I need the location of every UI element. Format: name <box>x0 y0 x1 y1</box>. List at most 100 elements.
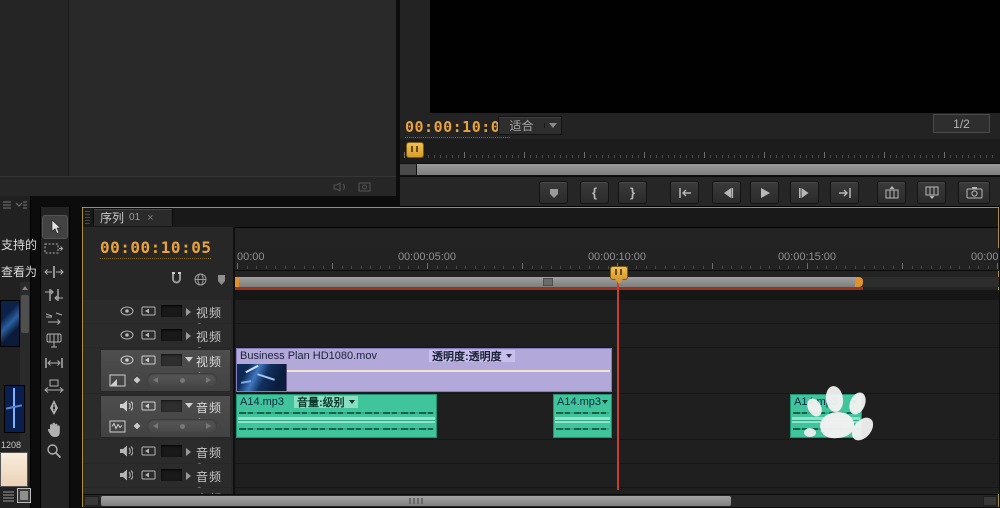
program-timecode[interactable]: 00:00:10:05 <box>405 118 510 138</box>
snap-icon[interactable] <box>169 272 184 287</box>
play-button[interactable] <box>750 181 779 204</box>
mark-in-button[interactable]: { <box>580 181 609 204</box>
track-lock-toggle[interactable] <box>161 469 182 481</box>
prev-keyframe-icon[interactable] <box>153 377 158 383</box>
program-scrollbar[interactable] <box>400 163 1000 176</box>
chevron-down-icon[interactable] <box>602 400 608 404</box>
scrollbar-thumb[interactable] <box>101 496 731 506</box>
mark-out-button[interactable]: } <box>618 181 647 204</box>
add-marker-button[interactable] <box>539 181 568 204</box>
clip-name: A14.mp3 <box>240 396 285 408</box>
clip-effect-chip[interactable]: 音量:级别 <box>294 396 358 409</box>
step-back-button[interactable] <box>712 181 741 204</box>
hand-tool[interactable] <box>46 421 62 438</box>
project-scrollbar-thumb[interactable] <box>21 295 29 333</box>
program-scrollbar-thumb[interactable] <box>417 164 1000 175</box>
slide-tool[interactable] <box>44 378 64 394</box>
track-lock-toggle[interactable] <box>161 354 182 366</box>
fit-dropdown[interactable]: 适合 <box>498 116 562 135</box>
timeline-timecode[interactable]: 00:00:10:05 <box>100 238 212 259</box>
next-keyframe-icon[interactable] <box>206 377 211 383</box>
track-lock-toggle[interactable] <box>161 329 182 341</box>
track-lock-toggle[interactable] <box>161 305 182 317</box>
scrollbar-right-box[interactable] <box>983 496 997 506</box>
toggle-output-eye-icon[interactable] <box>120 355 134 365</box>
project-thumbnail-1[interactable] <box>0 300 20 347</box>
sync-lock-icon[interactable] <box>141 305 156 317</box>
work-area-start-handle[interactable] <box>235 277 239 287</box>
toggle-output-eye-icon[interactable] <box>120 330 134 340</box>
supported-label: 支持的 <box>1 238 38 252</box>
expand-triangle-icon[interactable] <box>186 332 191 340</box>
resolution-dropdown[interactable]: 1/2 <box>933 114 990 133</box>
track-header-audio3: 音频 3 <box>83 464 231 499</box>
clip-a14-1[interactable]: A14.mp3 音量:级别 <box>236 394 437 438</box>
volume-rubber-band[interactable] <box>238 417 435 423</box>
track-lock-toggle[interactable] <box>161 400 182 412</box>
sync-lock-icon[interactable] <box>141 469 156 481</box>
playhead-marker[interactable] <box>610 266 628 284</box>
waveform-style-icon[interactable] <box>109 420 126 433</box>
keyframe-nav-pill[interactable] <box>147 373 217 387</box>
playhead-line[interactable] <box>617 268 619 490</box>
sync-lock-icon[interactable] <box>141 354 156 366</box>
zoom-tool[interactable] <box>46 443 62 459</box>
export-frame-button[interactable] <box>958 181 990 204</box>
panel-grip[interactable] <box>85 211 90 224</box>
program-playhead-marker[interactable] <box>406 142 424 158</box>
project-thumbnail-2[interactable] <box>4 385 25 433</box>
go-to-in-button[interactable] <box>670 181 699 204</box>
opacity-rubber-band[interactable] <box>287 370 610 372</box>
pen-tool[interactable] <box>47 399 61 417</box>
selection-tool[interactable] <box>42 215 68 239</box>
sync-lock-icon[interactable] <box>141 445 156 457</box>
toggle-output-speaker-icon[interactable] <box>119 469 133 481</box>
go-to-out-button[interactable] <box>830 181 859 204</box>
track-lock-toggle[interactable] <box>161 445 182 457</box>
slip-tool[interactable] <box>44 355 64 371</box>
volume-rubber-band[interactable] <box>555 417 610 423</box>
extract-button[interactable] <box>917 181 946 204</box>
timeline-tab-bar <box>83 208 998 228</box>
resolution-label: 1/2 <box>953 116 970 131</box>
paw-watermark <box>792 384 884 452</box>
clip-a14-2[interactable]: A14.mp3 <box>553 394 612 438</box>
expand-triangle-icon[interactable] <box>186 472 191 480</box>
toggle-output-speaker-icon[interactable] <box>119 445 133 457</box>
collapse-triangle-icon[interactable] <box>185 403 193 408</box>
unnumbered-marker-icon[interactable] <box>216 274 227 286</box>
tab-sequence-01[interactable]: 序列 01 × <box>93 208 173 226</box>
razor-tool[interactable] <box>45 332 63 349</box>
lift-button[interactable] <box>877 181 906 204</box>
list-view-icon[interactable] <box>2 490 15 502</box>
rolling-edit-tool[interactable] <box>44 287 64 303</box>
sync-lock-icon[interactable] <box>141 400 156 412</box>
rate-stretch-tool[interactable] <box>44 310 64 326</box>
encore-marker-icon[interactable] <box>193 272 208 287</box>
prev-keyframe-icon[interactable] <box>153 423 158 429</box>
expand-triangle-icon[interactable] <box>186 448 191 456</box>
collapse-triangle-icon[interactable] <box>185 357 193 362</box>
display-style-icon[interactable] <box>109 374 126 387</box>
toggle-output-eye-icon[interactable] <box>120 306 134 316</box>
export-frame-small-icon[interactable] <box>358 182 371 192</box>
step-forward-button[interactable] <box>790 181 819 204</box>
keyframe-nav-pill[interactable] <box>147 419 217 433</box>
project-thumbnail-3[interactable] <box>0 452 28 487</box>
expand-triangle-icon[interactable] <box>186 308 191 316</box>
clip-business-plan[interactable]: Business Plan HD1080.mov 透明度:透明度 <box>236 348 612 392</box>
scrollbar-left-box[interactable] <box>84 496 99 506</box>
icon-view-icon[interactable] <box>17 488 31 503</box>
next-keyframe-icon[interactable] <box>206 423 211 429</box>
clip-effect-chip[interactable]: 透明度:透明度 <box>429 350 515 363</box>
timeline-h-scrollbar[interactable] <box>83 494 998 507</box>
work-area-bar[interactable] <box>237 277 855 287</box>
toggle-output-speaker-icon[interactable] <box>119 400 133 412</box>
audio-meter-icon[interactable] <box>333 182 347 192</box>
track-select-tool[interactable] <box>44 241 64 257</box>
work-area-grip[interactable] <box>543 278 553 286</box>
work-area-end-handle[interactable] <box>855 277 863 287</box>
sync-lock-icon[interactable] <box>141 329 156 341</box>
ripple-edit-tool[interactable] <box>44 264 64 280</box>
tab-close-icon[interactable]: × <box>147 212 153 224</box>
